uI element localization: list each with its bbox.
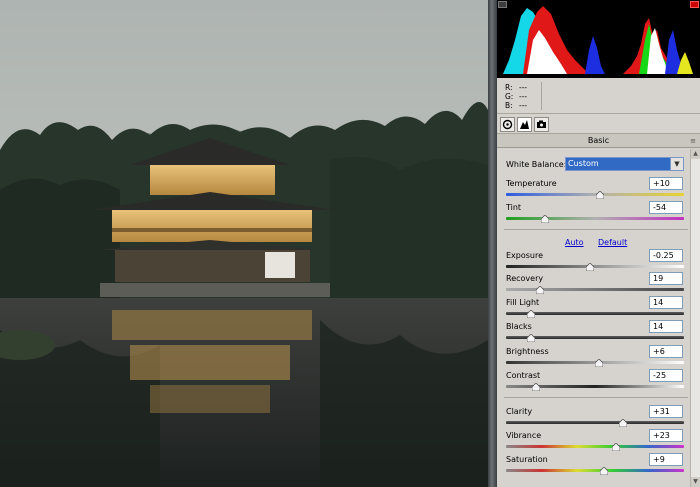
slider-value-fill-light[interactable]: 14: [649, 296, 683, 309]
camera-calibration-icon[interactable]: [534, 117, 549, 132]
slider-value-exposure[interactable]: -0.25: [649, 249, 683, 262]
slider-track-temperature[interactable]: [506, 193, 684, 196]
rgb-value: ---: [519, 92, 528, 101]
slider-thumb-contrast[interactable]: [532, 383, 541, 391]
rgb-label: R:: [505, 83, 513, 92]
photo-preview[interactable]: [0, 0, 488, 487]
chevron-down-icon[interactable]: ▼: [670, 158, 683, 170]
slider-value-clarity[interactable]: +31: [649, 405, 683, 418]
slider-track-vibrance[interactable]: [506, 445, 684, 448]
slider-label-exposure: Exposure: [506, 251, 544, 260]
slider-thumb-clarity[interactable]: [619, 419, 628, 427]
slider-label-fill-light: Fill Light: [506, 298, 540, 307]
rgb-row-g: G: ---: [505, 92, 527, 101]
highlight-clipping-icon[interactable]: [690, 1, 699, 8]
tone-curve-icon[interactable]: [517, 117, 532, 132]
slider-thumb-brightness[interactable]: [594, 359, 603, 367]
slider-thumb-temperature[interactable]: [596, 191, 605, 199]
slider-value-contrast[interactable]: -25: [649, 369, 683, 382]
adjustment-panel: R: --- G: --- B: --- Basic ≡ White Balance:…: [497, 0, 700, 487]
scroll-down-icon[interactable]: ▼: [691, 477, 700, 487]
rgb-label: G:: [505, 92, 514, 101]
basic-adjust-icon[interactable]: [500, 117, 515, 132]
slider-track-tint[interactable]: [506, 217, 684, 220]
rgb-readout: R: --- G: --- B: ---: [497, 78, 700, 114]
slider-label-brightness: Brightness: [506, 347, 549, 356]
slider-track-clarity[interactable]: [506, 421, 684, 424]
rgb-value: ---: [519, 101, 528, 110]
panel-scrollbar[interactable]: ▲ ▼: [690, 149, 700, 487]
rgb-row-b: B: ---: [505, 101, 527, 110]
slider-thumb-saturation[interactable]: [599, 467, 608, 475]
slider-track-saturation[interactable]: [506, 469, 684, 472]
panel-divider[interactable]: [488, 0, 497, 487]
shadow-clipping-icon[interactable]: [498, 1, 507, 8]
slider-value-brightness[interactable]: +6: [649, 345, 683, 358]
slider-label-recovery: Recovery: [506, 274, 544, 283]
slider-label-temperature: Temperature: [506, 179, 557, 188]
white-balance-label: White Balance:: [506, 160, 567, 169]
auto-link[interactable]: Auto: [565, 238, 584, 247]
rgb-row-r: R: ---: [505, 83, 527, 92]
rgb-label: B:: [505, 101, 513, 110]
rgb-separator: [541, 82, 542, 110]
slider-thumb-blacks[interactable]: [526, 334, 535, 342]
slider-label-contrast: Contrast: [506, 371, 541, 380]
slider-track-recovery[interactable]: [506, 288, 684, 291]
slider-label-vibrance: Vibrance: [506, 431, 542, 440]
slider-thumb-vibrance[interactable]: [612, 443, 621, 451]
slider-value-saturation[interactable]: +9: [649, 453, 683, 466]
slider-label-blacks: Blacks: [506, 322, 532, 331]
divider-line: [504, 229, 688, 230]
default-link[interactable]: Default: [598, 238, 627, 247]
section-header: Basic ≡: [497, 134, 700, 148]
slider-value-blacks[interactable]: 14: [649, 320, 683, 333]
basic-controls: White Balance: Custom ▼ Temperature +10 Ti…: [497, 149, 700, 487]
section-title: Basic: [587, 136, 610, 145]
slider-value-temperature[interactable]: +10: [649, 177, 683, 190]
slider-thumb-exposure[interactable]: [585, 263, 594, 271]
histogram: [497, 0, 700, 78]
slider-label-saturation: Saturation: [506, 455, 548, 464]
slider-thumb-fill-light[interactable]: [526, 310, 535, 318]
preview-image: [0, 0, 488, 487]
slider-value-vibrance[interactable]: +23: [649, 429, 683, 442]
slider-label-clarity: Clarity: [506, 407, 533, 416]
divider-line: [504, 397, 688, 398]
slider-label-tint: Tint: [506, 203, 522, 212]
histogram-graph: [503, 6, 693, 74]
white-balance-value: Custom: [568, 159, 599, 168]
slider-track-exposure[interactable]: [506, 265, 684, 268]
slider-value-recovery[interactable]: 19: [649, 272, 683, 285]
rgb-value: ---: [519, 83, 528, 92]
tool-tabs: [497, 115, 700, 134]
slider-thumb-recovery[interactable]: [535, 286, 544, 294]
panel-menu-icon[interactable]: ≡: [690, 134, 696, 148]
slider-thumb-tint[interactable]: [541, 215, 550, 223]
slider-value-tint[interactable]: -54: [649, 201, 683, 214]
scroll-up-icon[interactable]: ▲: [691, 149, 700, 159]
white-balance-select[interactable]: Custom ▼: [565, 157, 684, 171]
